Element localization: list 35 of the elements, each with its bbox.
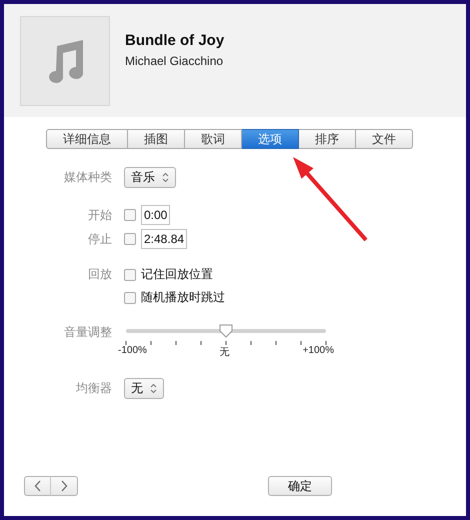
time-field[interactable]: 2:48.84	[141, 229, 188, 249]
time-field[interactable]: 0:00	[141, 205, 170, 225]
chevron-left-icon	[34, 480, 42, 492]
chevron-right-icon	[60, 480, 68, 492]
tab[interactable]: 插图	[128, 129, 185, 149]
tab[interactable]: 详细信息	[46, 129, 128, 149]
stepper-icon	[150, 383, 157, 394]
checkbox[interactable]	[124, 233, 136, 245]
field-label: 回放	[87, 266, 112, 283]
checkbox[interactable]	[124, 209, 136, 221]
ok-button[interactable]: 确定	[268, 476, 332, 496]
song-title: Bundle of Joy	[125, 32, 224, 49]
field-label: 音量调整	[63, 324, 112, 341]
tab[interactable]: 排序	[299, 129, 356, 149]
checkbox[interactable]	[124, 268, 136, 280]
tick-label: +100%	[302, 345, 334, 358]
field-label: 均衡器	[75, 380, 112, 397]
tick-label: 无	[220, 346, 230, 359]
dropdown[interactable]: 音乐	[124, 167, 176, 188]
checkbox-label: 记住回放位置	[141, 266, 213, 283]
field-label: 停止	[87, 230, 112, 248]
tick-label: -100%	[118, 345, 147, 358]
tab[interactable]: 歌词	[185, 129, 242, 149]
slider-thumb[interactable]	[219, 324, 233, 338]
field-label: 开始	[87, 206, 112, 224]
checkbox[interactable]	[124, 292, 136, 304]
artist-name: Michael Giacchino	[125, 54, 224, 68]
tab[interactable]: 文件	[356, 129, 413, 149]
previous-button[interactable]	[24, 476, 51, 496]
dropdown[interactable]: 无	[124, 378, 164, 399]
checkbox-label: 随机播放时跳过	[141, 289, 225, 306]
next-button[interactable]	[51, 476, 78, 496]
stepper-icon	[162, 172, 169, 183]
field-label: 媒体种类	[63, 169, 112, 186]
tab[interactable]: 选项	[242, 129, 299, 149]
